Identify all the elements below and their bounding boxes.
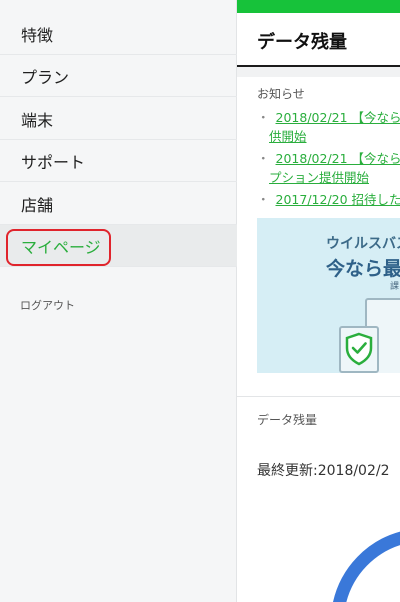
top-accent-bar	[237, 0, 400, 13]
sidebar-item-support[interactable]: サポート	[0, 140, 237, 182]
sidebar-item-plans[interactable]: プラン	[0, 55, 237, 97]
sidebar-item-stores[interactable]: 店舗	[0, 183, 237, 225]
sidebar-item-label: 端末	[21, 110, 54, 130]
phone-illustration	[339, 326, 379, 373]
banner-headline: ウイルスバス	[326, 236, 400, 252]
logout-link[interactable]: ログアウト	[20, 297, 75, 313]
main-content: データ残量 お知らせ ・ 2018/02/21 【今なら 供開始 ・ 2018/02…	[237, 0, 400, 602]
banner-subheadline: 今なら最	[326, 258, 400, 280]
notice-item[interactable]: ・ 2017/12/20 招待した	[257, 190, 400, 209]
sidebar-menu: 特徴 プラン 端末 サポート 店舗 マイページ ログアウト	[0, 0, 237, 602]
bullet-icon: ・	[257, 151, 270, 166]
data-remaining-label: データ残量	[257, 413, 318, 427]
highlight-annotation	[6, 229, 111, 266]
notice-link[interactable]: 2018/02/21 【今なら	[276, 110, 400, 125]
notice-link-continued[interactable]: プション提供開始	[257, 168, 400, 187]
notices-header: お知らせ	[257, 87, 305, 101]
sidebar-item-label: 特徴	[21, 25, 54, 45]
page-title: データ残量	[257, 32, 347, 53]
notice-link-continued[interactable]: 供開始	[257, 127, 400, 146]
bullet-icon: ・	[257, 110, 270, 125]
sidebar-item-devices[interactable]: 端末	[0, 98, 237, 140]
data-gauge-arc	[333, 531, 400, 602]
sidebar-item-label: 店舗	[21, 195, 54, 215]
promo-banner[interactable]: ウイルスバス 今なら最 課	[257, 218, 400, 373]
sidebar-item-label: サポート	[21, 152, 86, 172]
sidebar-item-features[interactable]: 特徴	[0, 13, 237, 55]
shield-icon	[345, 332, 373, 366]
last-updated-text: 最終更新:2018/02/2	[257, 463, 390, 479]
notice-link[interactable]: 2017/12/20 招待した	[276, 192, 400, 207]
notice-link[interactable]: 2018/02/21 【今なら	[276, 151, 400, 166]
banner-note: 課	[390, 282, 400, 292]
notice-item[interactable]: ・ 2018/02/21 【今なら 供開始	[257, 108, 400, 146]
sidebar-item-label: プラン	[21, 67, 70, 87]
bullet-icon: ・	[257, 192, 270, 207]
notice-item[interactable]: ・ 2018/02/21 【今なら プション提供開始	[257, 149, 400, 187]
section-divider	[237, 396, 400, 397]
section-spacer	[237, 67, 400, 77]
